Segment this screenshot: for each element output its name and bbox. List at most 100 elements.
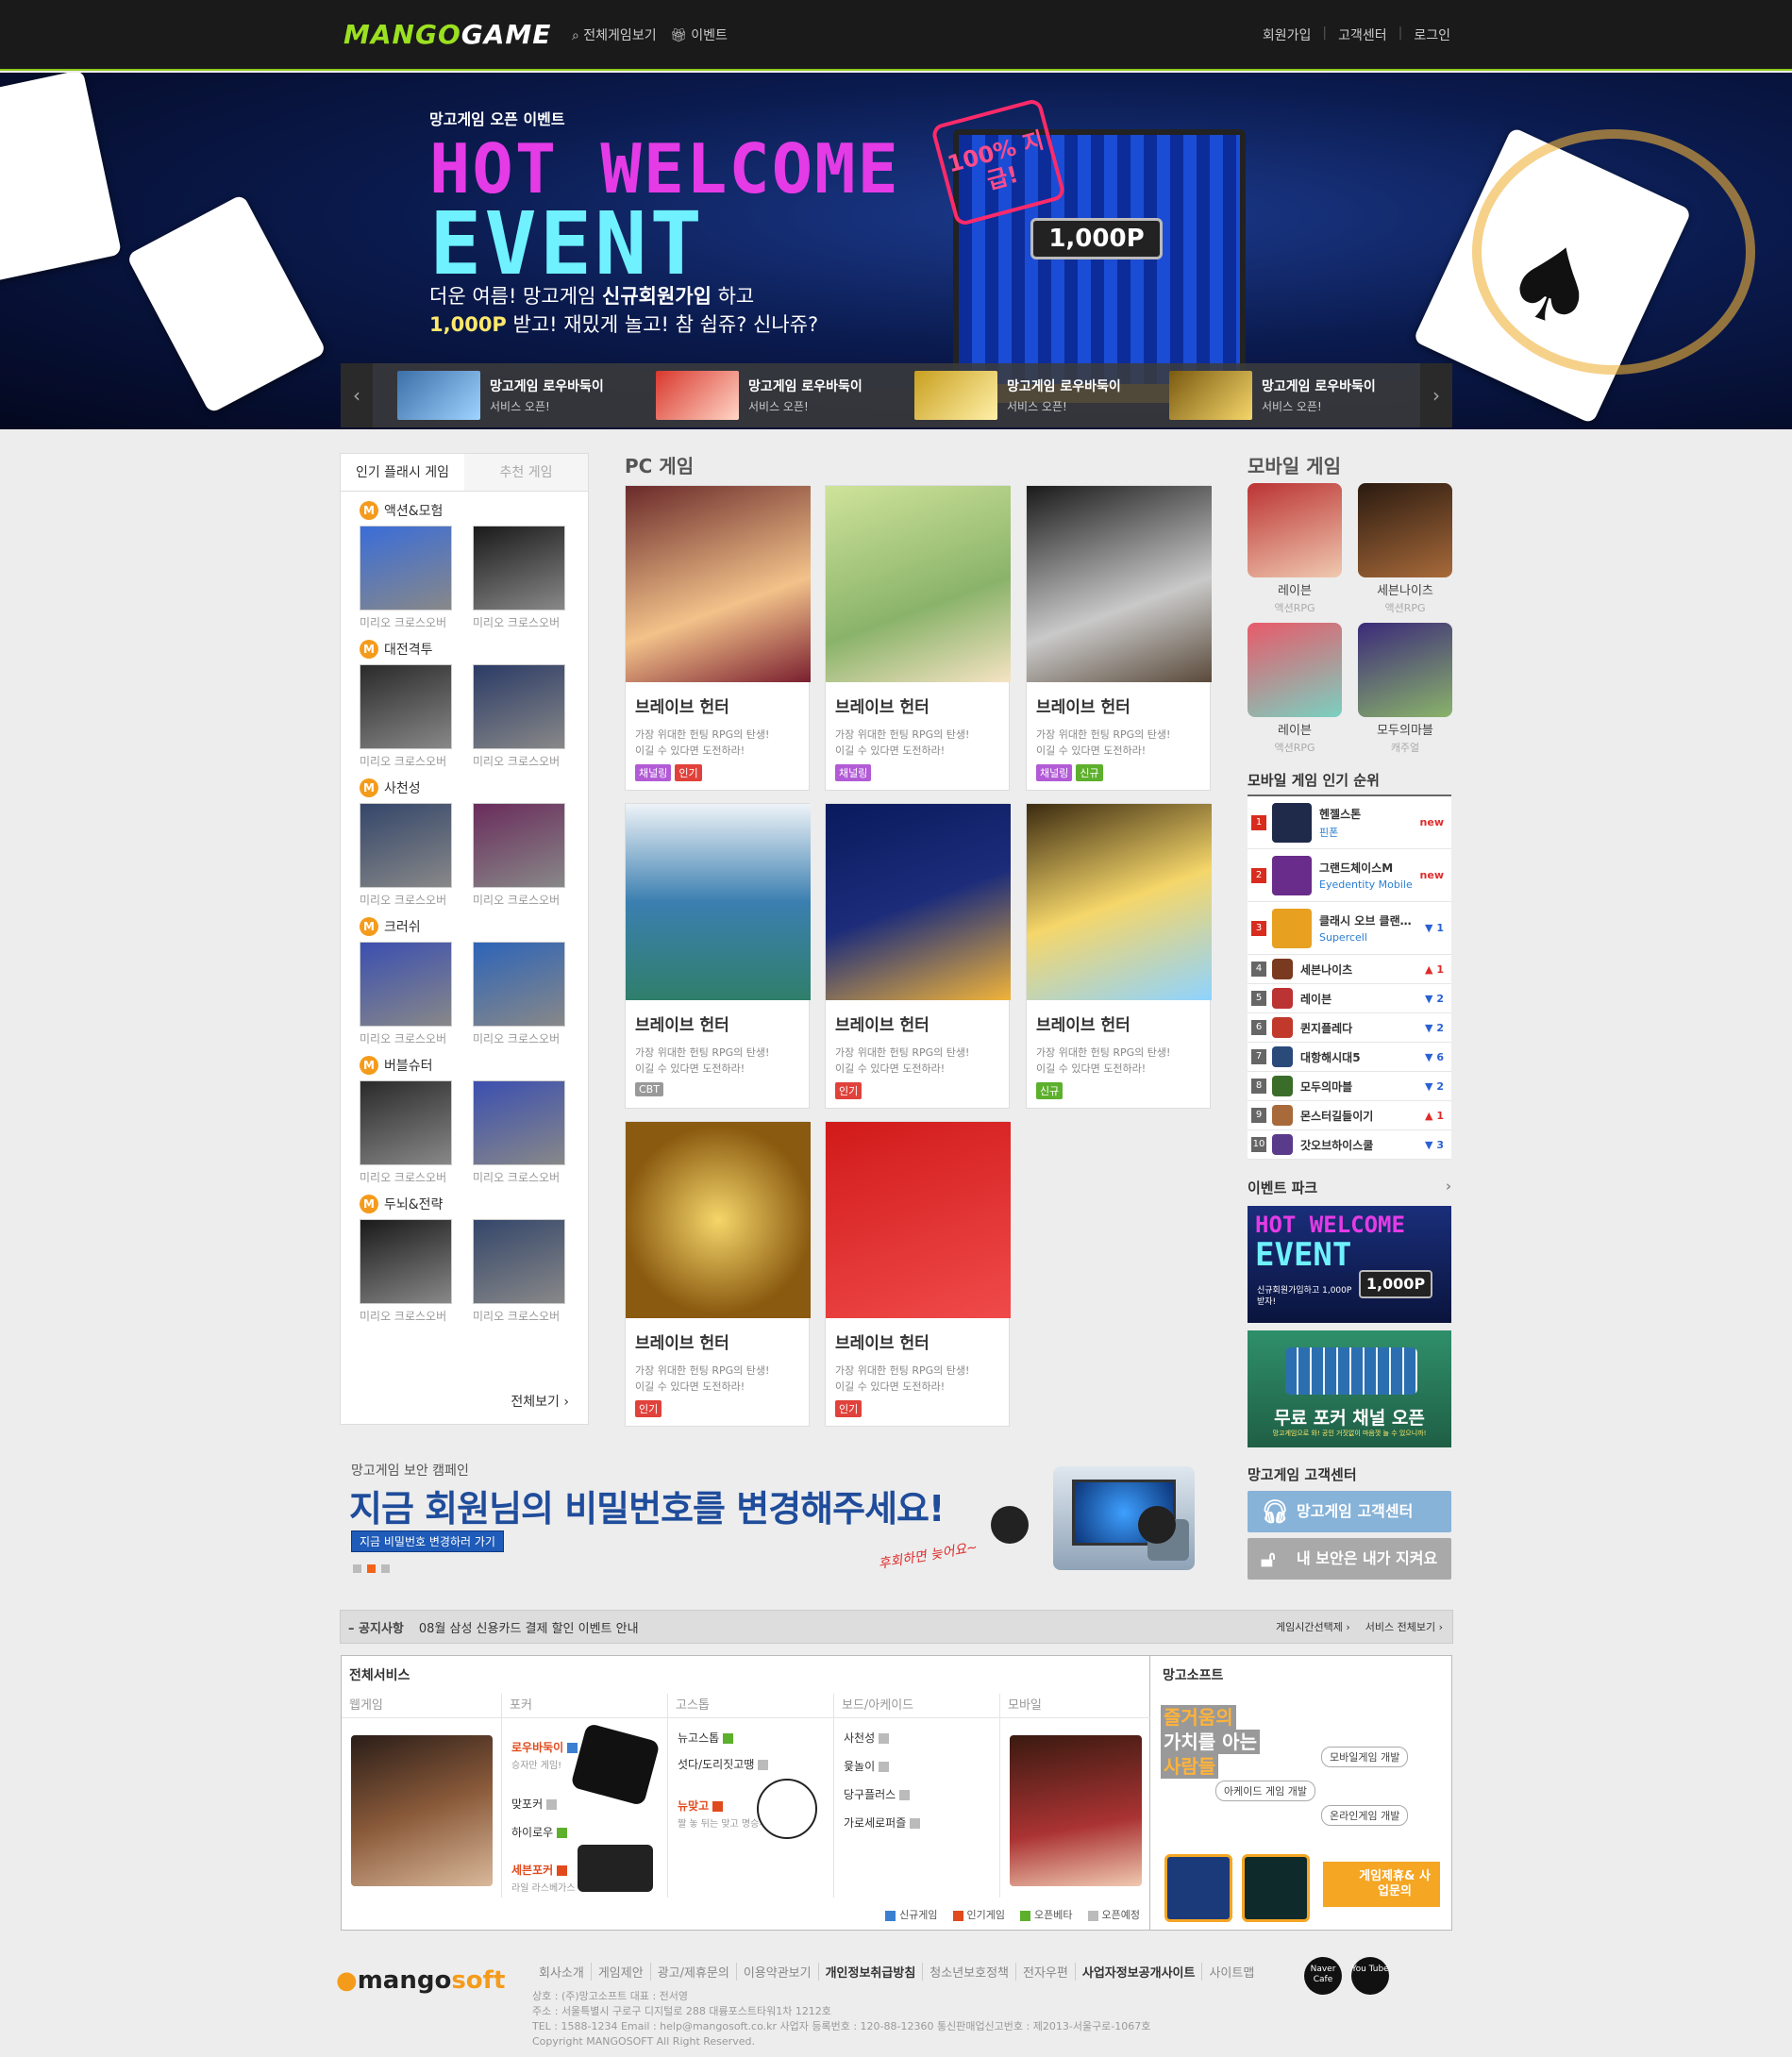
hero-banner[interactable]: ♠ 100% 지급! 1,000P 망고게임 오픈 이벤트 HOT WELCOM… [0, 73, 1792, 429]
service-item[interactable]: 윷놀이 [844, 1758, 890, 1774]
service-item[interactable]: 세븐포커 라일 라스베가스 [511, 1862, 576, 1894]
all-services-link[interactable]: 서비스 전체보기 › [1365, 1619, 1443, 1634]
ranking-row[interactable]: 9 몬스터길들이기 ▲ 1 [1248, 1101, 1451, 1130]
pc-games-title: PC 게임 [625, 455, 695, 477]
service-item[interactable]: 로우바둑이 승자만 게임! [511, 1739, 578, 1771]
mobile-app-item[interactable]: 모두의마블 캐주얼 [1358, 623, 1452, 755]
flash-game-item[interactable]: 미리오 크로스오버 [360, 664, 452, 769]
carousel-dot-active[interactable] [367, 1564, 376, 1573]
category-header[interactable]: M 액션&모험 [360, 499, 588, 522]
ranking-row[interactable]: 5 레이븐 ▼ 2 [1248, 984, 1451, 1013]
naver-cafe-button[interactable]: Naver Cafe [1304, 1957, 1342, 1995]
footer-link[interactable]: 게임제안 [592, 1963, 651, 1981]
ranking-row[interactable]: 10 갓오브하이스쿨 ▼ 3 [1248, 1130, 1451, 1160]
event-park-title[interactable]: 이벤트 파크 › [1248, 1178, 1451, 1197]
strip-prev-button[interactable]: ‹ [341, 363, 373, 427]
change-password-button[interactable]: 지금 비밀번호 변경하러 가기 [351, 1530, 504, 1552]
category-header[interactable]: M 버블슈터 [360, 1054, 588, 1077]
flash-game-item[interactable]: 미리오 크로스오버 [473, 803, 565, 908]
category-header[interactable]: M 사천성 [360, 777, 588, 799]
pc-game-card[interactable]: 브레이브 헌터 가장 위대한 헌팅 RPG의 탄생! 이길 수 있다면 도전하라! 인… [825, 1121, 1011, 1427]
notice-text[interactable]: 08월 삼성 신용카드 결제 할인 이벤트 안내 [419, 1618, 639, 1636]
nav-all-games[interactable]: ⌕ 전체게임보기 [572, 25, 657, 44]
service-item[interactable]: 당구플러스 [844, 1786, 911, 1802]
flash-game-item[interactable]: 미리오 크로스오버 [360, 1080, 452, 1185]
service-item[interactable]: 맞포커 [511, 1796, 558, 1812]
pc-game-card[interactable]: 브레이브 헌터 가장 위대한 헌팅 RPG의 탄생! 이길 수 있다면 도전하라! 인… [625, 1121, 811, 1427]
event-banner-poker[interactable]: 무료 포커 채널 오픈 망고게임으로 와! 공인 거짓없이 마음껏 놀 수 있으… [1248, 1330, 1451, 1447]
ranking-row[interactable]: 4 세븐나이츠 ▲ 1 [1248, 955, 1451, 984]
footer-link[interactable]: 회사소개 [532, 1963, 592, 1981]
ranking-row[interactable]: 1 헨젤스톤 핀폰 new [1248, 796, 1451, 849]
signup-link[interactable]: 회원가입 [1263, 25, 1312, 44]
pc-game-card[interactable]: 브레이브 헌터 가장 위대한 헌팅 RPG의 탄생! 이길 수 있다면 도전하라! 인… [825, 803, 1011, 1109]
footer-link[interactable]: 전자우편 [1016, 1963, 1076, 1981]
ranking-row[interactable]: 6 퀸지플레다 ▼ 2 [1248, 1013, 1451, 1043]
youtube-button[interactable]: You Tube [1351, 1957, 1389, 1995]
ranking-row[interactable]: 2 그랜드체이스M Eyedentity Mobile new [1248, 849, 1451, 902]
view-all-link[interactable]: 전체보기 › [511, 1392, 569, 1411]
flash-game-item[interactable]: 미리오 크로스오버 [360, 1219, 452, 1324]
business-inquiry-button[interactable]: 게임제휴& 사업문의 [1323, 1862, 1440, 1907]
ranking-row[interactable]: 7 대항해시대5 ▼ 6 [1248, 1043, 1451, 1072]
app-thumb[interactable] [1164, 1854, 1232, 1922]
service-item[interactable]: 하이로우 [511, 1824, 568, 1840]
service-item[interactable]: 사천성 [844, 1730, 890, 1746]
carousel-dot[interactable] [381, 1564, 390, 1573]
pc-game-card[interactable]: 브레이브 헌터 가장 위대한 헌팅 RPG의 탄생! 이길 수 있다면 도전하라! C… [625, 803, 811, 1109]
footer-link[interactable]: 이용약관보기 [737, 1963, 819, 1981]
game-time-link[interactable]: 게임시간선택제 › [1276, 1619, 1350, 1634]
strip-item[interactable]: 망고게임 로우바둑이 서비스 오픈! [914, 371, 1169, 420]
points-badge: 1,000P [1030, 218, 1163, 259]
mango-icon: ● [336, 1966, 358, 1995]
pc-game-card[interactable]: 브레이브 헌터 가장 위대한 헌팅 RPG의 탄생! 이길 수 있다면 도전하라! 신… [1026, 803, 1212, 1109]
strip-next-button[interactable]: › [1420, 363, 1452, 427]
footer-link[interactable]: 사이트맵 [1202, 1963, 1261, 1981]
pc-game-card[interactable]: 브레이브 헌터 가장 위대한 헌팅 RPG의 탄생! 이길 수 있다면 도전하라! 채… [625, 485, 811, 791]
pc-game-card[interactable]: 브레이브 헌터 가장 위대한 헌팅 RPG의 탄생! 이길 수 있다면 도전하라! 채… [825, 485, 1011, 791]
strip-item[interactable]: 망고게임 로우바둑이 서비스 오픈! [1169, 371, 1424, 420]
category-header[interactable]: M 대전격투 [360, 638, 588, 661]
flash-game-item[interactable]: 미리오 크로스오버 [473, 942, 565, 1046]
flash-game-item[interactable]: 미리오 크로스오버 [360, 803, 452, 908]
nav-events[interactable]: 🎁︎ 이벤트 [670, 25, 728, 44]
ranking-row[interactable]: 8 모두의마블 ▼ 2 [1248, 1072, 1451, 1101]
strip-item[interactable]: 망고게임 로우바둑이 서비스 오픈! [397, 371, 652, 420]
mangosoft-title: 망고소프트 [1163, 1668, 1224, 1683]
mobile-app-item[interactable]: 레이븐 액션RPG [1248, 483, 1342, 615]
category-header[interactable]: M 두뇌&전략 [360, 1193, 588, 1215]
flash-game-item[interactable]: 미리오 크로스오버 [473, 1219, 565, 1324]
mangosoft-logo[interactable]: ●mangosoft [336, 1966, 505, 1995]
flash-game-item[interactable]: 미리오 크로스오버 [473, 664, 565, 769]
mangogame-logo[interactable]: MANGOGAME [343, 19, 551, 50]
flash-games-sidebar: 인기 플래시 게임 추천 게임 M 액션&모험 미리오 크로스오버 미리오 크로스오버… [340, 453, 589, 1425]
footer-link[interactable]: 광고/제휴문의 [651, 1963, 737, 1981]
flash-game-item[interactable]: 미리오 크로스오버 [360, 526, 452, 630]
legend-item: 오픈베타 [1020, 1907, 1073, 1922]
pc-game-card[interactable]: 브레이브 헌터 가장 위대한 헌팅 RPG의 탄생! 이길 수 있다면 도전하라! 채… [1026, 485, 1212, 791]
carousel-dot[interactable] [353, 1564, 361, 1573]
footer-link[interactable]: 사업자정보공개사이트 [1076, 1963, 1203, 1981]
tab-recommended[interactable]: 추천 게임 [464, 454, 588, 491]
ranking-row[interactable]: 3 클래시 오브 클랜… Supercell ▼ 1 [1248, 902, 1451, 955]
service-item[interactable]: 뉴맞고 짤 놓 뒤는 맞고 명승부 [678, 1798, 768, 1830]
strip-item[interactable]: 망고게임 로우바둑이 서비스 오픈! [656, 371, 911, 420]
mobile-app-item[interactable]: 세븐나이츠 액션RPG [1358, 483, 1452, 615]
service-item[interactable]: 뉴고스톱 [678, 1730, 734, 1746]
flash-game-item[interactable]: 미리오 크로스오버 [473, 1080, 565, 1185]
flash-game-item[interactable]: 미리오 크로스오버 [473, 526, 565, 630]
service-item[interactable]: 가로세로퍼즐 [844, 1815, 921, 1831]
login-link[interactable]: 로그인 [1414, 25, 1450, 44]
mobile-app-item[interactable]: 레이븐 액션RPG [1248, 623, 1342, 755]
category-header[interactable]: M 크러쉬 [360, 915, 588, 938]
customer-center-link[interactable]: 고객센터 [1338, 25, 1387, 44]
app-thumb[interactable] [1242, 1854, 1310, 1922]
service-item[interactable]: 섯다/도리짓고땡 [678, 1756, 769, 1772]
footer-link[interactable]: 개인정보취급방침 [819, 1963, 924, 1981]
web-game-character[interactable] [351, 1735, 493, 1886]
event-banner-welcome[interactable]: HOT WELCOME EVENT 신규회원가입하고 1,000P 받자! 1,… [1248, 1206, 1451, 1323]
tab-popular-flash[interactable]: 인기 플래시 게임 [341, 454, 464, 491]
flash-game-item[interactable]: 미리오 크로스오버 [360, 942, 452, 1046]
footer-link[interactable]: 청소년보호정책 [923, 1963, 1017, 1981]
mobile-game-character[interactable] [1010, 1735, 1142, 1886]
